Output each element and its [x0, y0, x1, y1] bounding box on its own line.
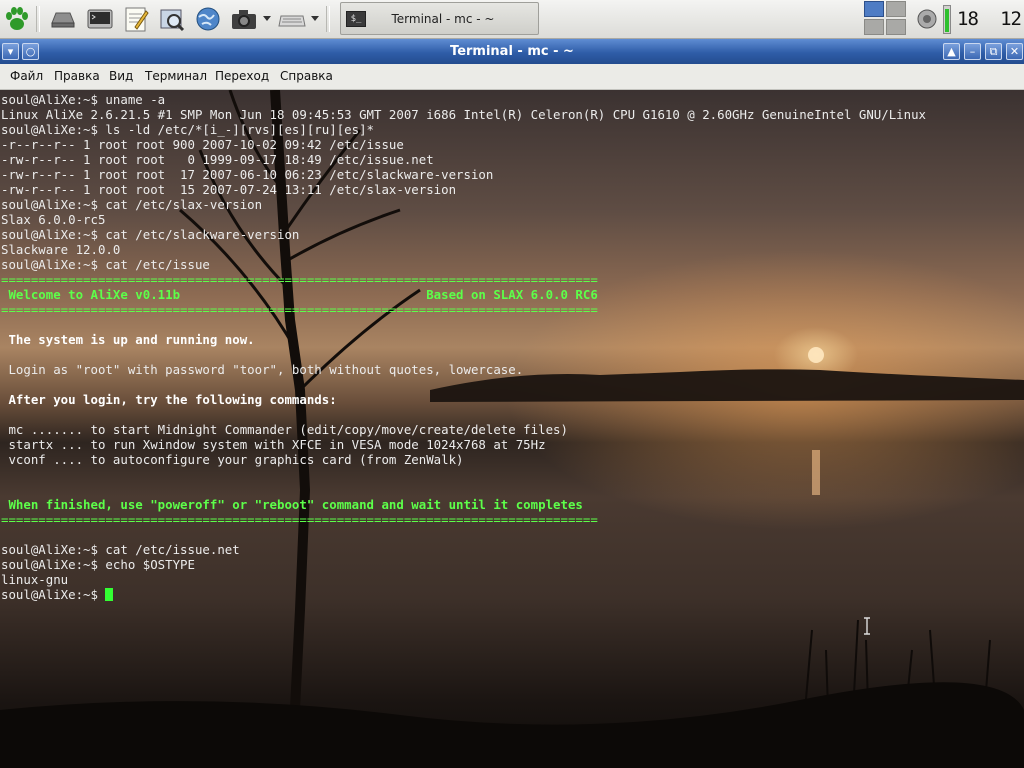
menu-file[interactable]: Файл	[10, 69, 43, 83]
terminal-line: When finished, use "poweroff" or "reboot…	[1, 497, 583, 512]
terminal-prompt-line[interactable]: soul@AliXe:~$	[1, 587, 926, 602]
terminal-line: Slax 6.0.0-rc5	[1, 212, 106, 227]
workspace-pager	[864, 1, 908, 36]
terminal-line: The system is up and running now.	[1, 332, 255, 347]
terminal-cursor	[105, 588, 114, 601]
minimize-button[interactable]: –	[964, 43, 981, 60]
clock-hours: 18	[957, 8, 979, 30]
terminal-line: soul@AliXe:~$ cat /etc/slackware-version	[1, 227, 300, 242]
terminal-line: soul@AliXe:~$ cat /etc/slax-version	[1, 197, 263, 212]
terminal-area[interactable]: soul@AliXe:~$ uname -a Linux AliXe 2.6.21…	[0, 90, 1024, 768]
menu-go[interactable]: Переход	[215, 69, 269, 83]
terminal-line: soul@AliXe:~$ ls -ld /etc/*[i_-][rvs][es…	[1, 122, 374, 137]
camera-screenshot-icon[interactable]	[228, 3, 260, 35]
menu-help[interactable]: Справка	[280, 69, 333, 83]
menubar: Файл Правка Вид Терминал Переход Справка	[0, 64, 1024, 90]
terminal-line: mc ....... to start Midnight Commander (…	[1, 422, 568, 437]
terminal-line: ========================================…	[1, 302, 598, 317]
speaker-volume-icon[interactable]	[911, 3, 943, 35]
close-button[interactable]: ✕	[1006, 43, 1023, 60]
circle-icon: ○	[25, 45, 36, 58]
terminal-line: soul@AliXe:~$ cat /etc/issue.net	[1, 542, 240, 557]
window-titlebar[interactable]: Terminal - mc - ~ ▾ ○ ▲ – ⧉ ✕	[0, 39, 1024, 64]
maximize-button[interactable]: ⧉	[985, 43, 1002, 60]
show-desktop-icon[interactable]	[47, 3, 79, 35]
terminal-line: linux-gnu	[1, 572, 69, 587]
terminal-line: soul@AliXe:~$ echo $OSTYPE	[1, 557, 195, 572]
panel-separator	[326, 6, 330, 32]
terminal-line: Slackware 12.0.0	[1, 242, 121, 257]
terminal-line: soul@AliXe:~$ cat /etc/issue	[1, 257, 210, 272]
menu-terminal[interactable]: Терминал	[145, 69, 207, 83]
window-title: Terminal - mc - ~	[450, 44, 574, 59]
panel-separator	[36, 6, 40, 32]
terminal-line: -rw-r--r-- 1 root root 17 2007-06-10 06:…	[1, 167, 494, 182]
restore-icon: ⧉	[989, 45, 998, 58]
terminal-line: Linux AliXe 2.6.21.5 #1 SMP Mon Jun 18 0…	[1, 107, 927, 122]
window-menu-button[interactable]: ▾	[2, 43, 19, 60]
terminal-line: After you login, try the following comma…	[1, 392, 337, 407]
clock-minutes: 12	[1000, 8, 1022, 30]
chevron-down-icon[interactable]	[311, 16, 319, 21]
terminal-line: soul@AliXe:~$ uname -a	[1, 92, 166, 107]
terminal-line: Welcome to AliXe v0.11b Based on SLAX 6.…	[1, 287, 598, 302]
terminal-task-icon: $_	[346, 10, 366, 27]
terminal-line: ========================================…	[1, 272, 598, 287]
paw-menu-icon[interactable]	[1, 3, 33, 35]
terminal-line: -rw-r--r-- 1 root root 0 1999-09-17 18:4…	[1, 152, 434, 167]
workspace-1[interactable]	[864, 1, 884, 17]
chevron-down-icon: ▾	[7, 45, 14, 58]
workspace-3[interactable]	[864, 19, 884, 35]
terminal-line: ========================================…	[1, 512, 598, 527]
file-search-icon[interactable]	[156, 3, 188, 35]
keyboard-layout-icon[interactable]	[276, 3, 308, 35]
terminal-launcher-icon[interactable]	[84, 3, 116, 35]
terminal-line: -r--r--r-- 1 root root 900 2007-10-02 09…	[1, 137, 404, 152]
arrow-up-icon: ▲	[947, 45, 956, 58]
web-browser-icon[interactable]	[192, 3, 224, 35]
workspace-2[interactable]	[886, 1, 906, 17]
minimize-icon: –	[969, 45, 976, 58]
text-cursor-icon	[864, 617, 870, 635]
terminal-line: -rw-r--r-- 1 root root 15 2007-07-24 13:…	[1, 182, 457, 197]
chevron-down-icon[interactable]	[263, 16, 271, 21]
taskbar-button-label: Terminal - mc - ~	[391, 11, 495, 26]
terminal-line: vconf .... to autoconfigure your graphic…	[1, 452, 464, 467]
terminal-output: soul@AliXe:~$ uname -a Linux AliXe 2.6.21…	[1, 92, 926, 602]
shade-button[interactable]: ▲	[943, 43, 960, 60]
volume-level-bar[interactable]	[943, 5, 951, 34]
close-icon: ✕	[1009, 45, 1020, 58]
terminal-line: Login as "root" with password "toor", bo…	[1, 362, 524, 377]
menu-view[interactable]: Вид	[109, 69, 133, 83]
top-panel: $_ Terminal - mc - ~ 18 12	[0, 0, 1024, 39]
workspace-4[interactable]	[886, 19, 906, 35]
sticky-button[interactable]: ○	[22, 43, 39, 60]
panel-clock[interactable]: 18 12	[957, 4, 1022, 34]
taskbar-button-terminal[interactable]: $_ Terminal - mc - ~	[340, 2, 539, 35]
menu-edit[interactable]: Правка	[54, 69, 100, 83]
terminal-line: startx ... to run Xwindow system with XF…	[1, 437, 546, 452]
text-editor-icon[interactable]	[120, 3, 152, 35]
terminal-prompt: soul@AliXe:~$	[1, 587, 106, 602]
